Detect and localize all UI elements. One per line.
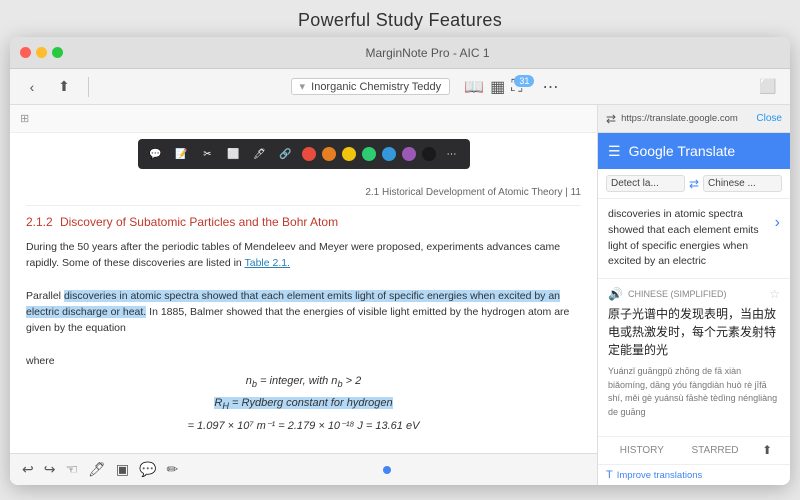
ann-scissors-btn[interactable]: ✂ bbox=[198, 144, 218, 164]
table-link[interactable]: Table 2.1. bbox=[244, 257, 290, 269]
ann-marker-btn[interactable]: 🖊 bbox=[250, 144, 270, 164]
bottom-bar: ↩ ↪ ☜ 🖊 ▣ 💬 ✏ bbox=[10, 453, 597, 485]
color-black[interactable] bbox=[422, 147, 436, 161]
result-main-text: 原子光谱中的发现表明，当由放电或热激发时，每个元素发射特定能量的光 bbox=[608, 305, 780, 359]
chapter-title: 2.1.2 Discovery of Subatomic Particles a… bbox=[26, 212, 581, 233]
source-lang-select[interactable]: Detect la... bbox=[606, 175, 685, 192]
starred-tab[interactable]: STARRED bbox=[687, 443, 742, 458]
translate-result-area: 🔊 CHINESE (SIMPLIFIED) ☆ 原子光谱中的发现表明，当由放电… bbox=[598, 279, 790, 436]
doc-label-text: Inorganic Chemistry Teddy bbox=[311, 81, 441, 93]
grid-icon[interactable]: ▦ bbox=[490, 77, 505, 97]
more-icon[interactable]: ⋯ bbox=[542, 77, 558, 97]
share-translate-button[interactable]: ⬆ bbox=[762, 443, 772, 458]
annotation-toolbar: 💬 📝 ✂ ⬜ 🖊 🔗 ⋯ bbox=[138, 139, 470, 169]
speaker-icon[interactable]: 🔊 bbox=[608, 287, 623, 301]
ann-box-btn[interactable]: ⬜ bbox=[224, 144, 244, 164]
page-title: Powerful Study Features bbox=[298, 0, 502, 37]
annotation-toolbar-container: 💬 📝 ✂ ⬜ 🖊 🔗 ⋯ bbox=[10, 135, 597, 173]
toolbar-sep1 bbox=[88, 77, 89, 97]
comment-button[interactable]: 💬 bbox=[139, 461, 156, 478]
page-dot-container bbox=[188, 466, 585, 474]
color-green[interactable] bbox=[362, 147, 376, 161]
breadcrumb-chevron: ⊞ bbox=[20, 112, 29, 125]
translate-footer: HISTORY STARRED ⬆ bbox=[598, 436, 790, 464]
translate-source-box: › discoveries in atomic spectra showed t… bbox=[598, 199, 790, 279]
para1-text: During the 50 years after the periodic t… bbox=[26, 241, 560, 269]
undo-button[interactable]: ↩ bbox=[22, 461, 34, 478]
doc-panel: ⊞ 💬 📝 ✂ ⬜ 🖊 🔗 bbox=[10, 105, 598, 485]
translate-logo: Google Translate bbox=[629, 143, 736, 159]
share-button[interactable]: ⬆ bbox=[52, 75, 76, 99]
color-red[interactable] bbox=[302, 147, 316, 161]
improve-label: Improve translations bbox=[617, 470, 703, 481]
chevron-down-icon: ▾ bbox=[300, 81, 306, 93]
hand-tool-button[interactable]: ☜ bbox=[65, 461, 78, 478]
result-romanization: Yuánzǐ guāngpǔ zhōng de fā xiàn biǎomíng… bbox=[608, 365, 780, 419]
book-icon[interactable]: 📖 bbox=[464, 77, 484, 97]
swap-languages-button[interactable]: ⇄ bbox=[689, 177, 699, 191]
maximize-button[interactable] bbox=[52, 47, 63, 58]
color-yellow[interactable] bbox=[342, 147, 356, 161]
layout-button[interactable]: ▣ bbox=[116, 461, 129, 478]
back-button[interactable]: ‹ bbox=[20, 75, 44, 99]
ann-more-btn[interactable]: ⋯ bbox=[442, 144, 462, 164]
pen-button[interactable]: ✏ bbox=[166, 461, 178, 478]
page-indicator-dot bbox=[383, 466, 391, 474]
main-area: ⊞ 💬 📝 ✂ ⬜ 🖊 🔗 bbox=[10, 105, 790, 485]
doc-content: 2.1 Historical Development of Atomic The… bbox=[10, 175, 597, 453]
url-text: https://translate.google.com bbox=[621, 113, 752, 124]
toolbar-center: ▾ Inorganic Chemistry Teddy 📖 ▦ ⛶ 31 ⋯ bbox=[101, 77, 748, 97]
para2-text: Parallel bbox=[26, 290, 64, 302]
result-lang-label: 🔊 CHINESE (SIMPLIFIED) ☆ bbox=[608, 287, 780, 301]
improve-translations-link[interactable]: T Improve translations bbox=[598, 464, 790, 485]
traffic-lights bbox=[20, 47, 63, 58]
close-button[interactable]: Close bbox=[756, 113, 782, 124]
chapter-num: 2.1.2 bbox=[26, 215, 53, 229]
where-text: where bbox=[26, 355, 55, 367]
app-title: MarginNote Pro - AIC 1 bbox=[365, 46, 489, 60]
doc-label-dropdown[interactable]: ▾ Inorganic Chemistry Teddy bbox=[291, 78, 451, 95]
math-rh: RH = Rydberg constant for hydrogen bbox=[26, 395, 581, 413]
math-eq1: = 1.097 × 10⁷ m⁻¹ = 2.179 × 10⁻¹⁸ J = 13… bbox=[26, 418, 581, 435]
doc-breadcrumb: ⊞ bbox=[10, 105, 597, 133]
translate-logo-small: T bbox=[606, 469, 613, 481]
close-button[interactable] bbox=[20, 47, 31, 58]
badge-count: 31 bbox=[514, 75, 534, 87]
translate-panel: ⇄ https://translate.google.com Close ☰ G… bbox=[598, 105, 790, 485]
title-bar: MarginNote Pro - AIC 1 bbox=[10, 37, 790, 69]
color-orange[interactable] bbox=[322, 147, 336, 161]
star-icon[interactable]: ☆ bbox=[769, 287, 780, 301]
translate-tab-icon: ⇄ bbox=[606, 112, 616, 126]
section-header: 2.1 Historical Development of Atomic The… bbox=[26, 185, 581, 206]
color-purple[interactable] bbox=[402, 147, 416, 161]
result-lang-text: CHINESE (SIMPLIFIED) bbox=[628, 289, 727, 299]
ann-note-btn[interactable]: 📝 bbox=[172, 144, 192, 164]
ann-link-btn[interactable]: 🔗 bbox=[276, 144, 296, 164]
toolbar: ‹ ⬆ ▾ Inorganic Chemistry Teddy 📖 ▦ ⛶ 31… bbox=[10, 69, 790, 105]
chapter-title-text: Discovery of Subatomic Particles and the… bbox=[60, 215, 338, 229]
menu-icon[interactable]: ☰ bbox=[608, 143, 621, 160]
redo-button[interactable]: ↪ bbox=[44, 461, 56, 478]
source-text: discoveries in atomic spectra showed tha… bbox=[608, 207, 780, 270]
color-blue[interactable] bbox=[382, 147, 396, 161]
minimize-button[interactable] bbox=[36, 47, 47, 58]
url-bar: ⇄ https://translate.google.com Close bbox=[598, 105, 790, 133]
doc-body: During the 50 years after the periodic t… bbox=[26, 239, 581, 453]
app-window: MarginNote Pro - AIC 1 ‹ ⬆ ▾ Inorganic C… bbox=[10, 37, 790, 485]
history-tab[interactable]: HISTORY bbox=[616, 443, 668, 458]
translate-header: ☰ Google Translate bbox=[598, 133, 790, 169]
highlight-tool-button[interactable]: 🖊 bbox=[88, 461, 106, 478]
math-nb: nb = integer, with nb > 2 bbox=[26, 373, 581, 391]
collapse-right-button[interactable]: ⬜ bbox=[756, 75, 780, 99]
ann-speech-btn[interactable]: 💬 bbox=[146, 144, 166, 164]
toolbar-icons-group: 📖 ▦ ⛶ 31 ⋯ bbox=[464, 77, 558, 97]
translate-lang-bar: Detect la... ⇄ Chinese ... bbox=[598, 169, 790, 199]
translate-arrow-button[interactable]: › bbox=[775, 211, 780, 235]
target-lang-select[interactable]: Chinese ... bbox=[703, 175, 782, 192]
